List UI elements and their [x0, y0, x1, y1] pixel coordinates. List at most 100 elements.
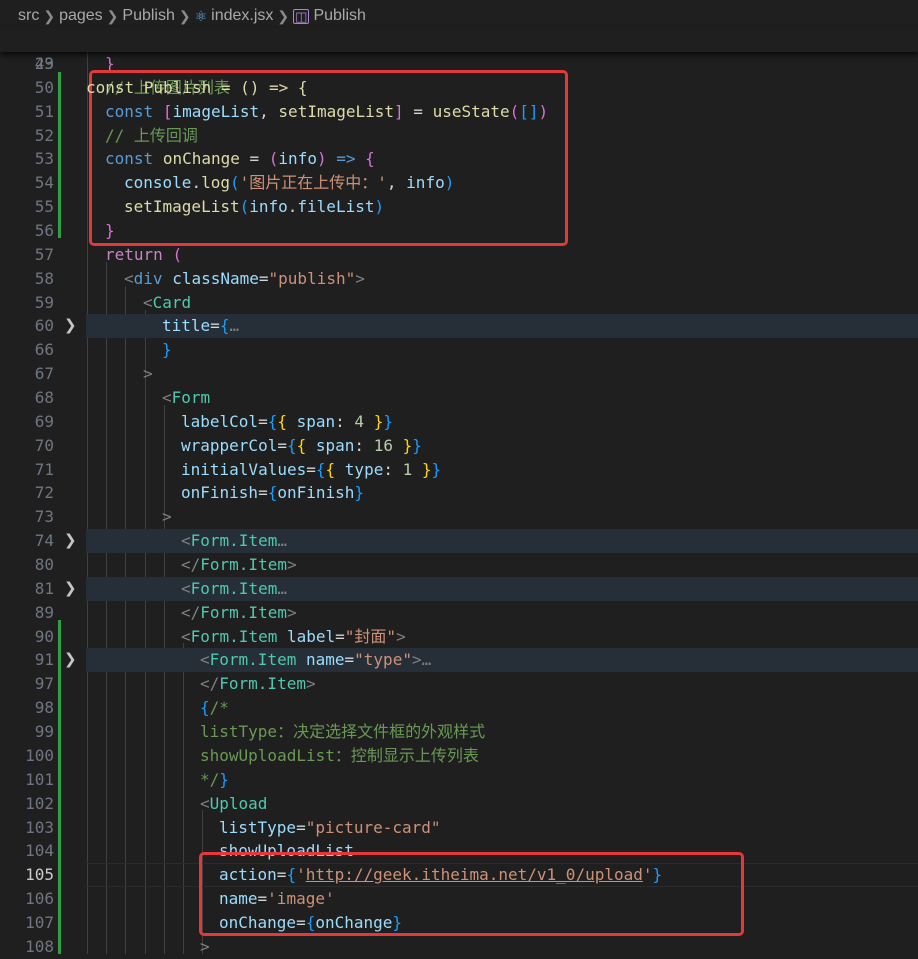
code-text: </Form.Item>: [181, 602, 297, 622]
code-text: <div className="publish">: [124, 268, 365, 288]
line-number: 53: [34, 149, 54, 169]
code-line[interactable]: 99 listType：决定选择文件框的外观样式: [0, 720, 918, 744]
fold-chevron-icon[interactable]: ❯: [64, 648, 77, 672]
line-number: 103: [25, 817, 54, 837]
code-line[interactable]: 69 labelCol={{ span: 4 }}: [0, 410, 918, 434]
line-number: 108: [25, 936, 54, 956]
sticky-scroll-header[interactable]: 23 const Publish = () => {: [0, 28, 918, 97]
code-line[interactable]: 74 ❯ <Form.Item…: [0, 529, 918, 554]
code-line[interactable]: 68 <Form: [0, 386, 918, 410]
breadcrumb-symbol[interactable]: Publish: [313, 7, 365, 25]
chevron-right-icon: ❯: [178, 7, 191, 24]
code-text: wrapperCol={{ span: 16 }}: [181, 435, 422, 455]
line-number: 97: [34, 674, 54, 694]
chevron-right-icon: ❯: [277, 7, 290, 24]
code-text: return (: [105, 244, 183, 264]
breadcrumb-publish-folder[interactable]: Publish: [122, 7, 174, 25]
line-number: 81: [34, 578, 54, 598]
fold-chevron-icon[interactable]: ❯: [64, 529, 77, 553]
line-number: 59: [34, 292, 54, 312]
code-line[interactable]: 70 wrapperCol={{ span: 16 }}: [0, 434, 918, 458]
code-line[interactable]: 81 ❯ <Form.Item…: [0, 576, 918, 601]
code-text: onFinish={onFinish}: [181, 483, 365, 503]
line-number: 60: [34, 316, 54, 336]
line-number: 58: [34, 268, 54, 288]
code-line[interactable]: 57 return (: [0, 243, 918, 267]
line-number: 66: [34, 340, 54, 360]
breadcrumb-src[interactable]: src: [18, 7, 39, 25]
code-text: <Form.Item…: [181, 578, 287, 598]
code-text: }: [162, 340, 172, 360]
code-text: <Form.Item name="type">…: [200, 650, 432, 670]
code-line[interactable]: 80 </Form.Item>: [0, 553, 918, 577]
code-text: {/*: [200, 698, 229, 718]
line-number: 98: [34, 698, 54, 718]
chevron-right-icon: ❯: [106, 7, 119, 24]
line-number: 70: [34, 435, 54, 455]
line-number: 54: [34, 173, 54, 193]
breadcrumb-pages[interactable]: pages: [59, 7, 103, 25]
line-number: 101: [25, 769, 54, 789]
code-line[interactable]: 66}: [0, 338, 918, 362]
sticky-code: const Publish = () => {: [86, 78, 308, 97]
line-number: 23: [34, 54, 54, 73]
code-line[interactable]: 91 ❯ <Form.Item name="type">…: [0, 648, 918, 673]
code-line[interactable]: 71 initialValues={{ type: 1 }}: [0, 458, 918, 482]
code-line[interactable]: 89 </Form.Item>: [0, 601, 918, 625]
code-line[interactable]: 100 showUploadList：控制显示上传列表: [0, 744, 918, 768]
line-number: 105: [25, 865, 54, 885]
line-number: 55: [34, 197, 54, 217]
code-text: listType="picture-card": [219, 817, 441, 837]
line-number: 73: [34, 507, 54, 527]
code-line[interactable]: 101 */}: [0, 768, 918, 792]
code-text: <Upload: [200, 793, 268, 813]
line-number: 68: [34, 388, 54, 408]
code-line[interactable]: 72 onFinish={onFinish}: [0, 481, 918, 505]
line-number: 56: [34, 221, 54, 241]
fold-chevron-icon[interactable]: ❯: [64, 314, 77, 338]
line-number: 89: [34, 602, 54, 622]
code-line[interactable]: 67 >: [0, 362, 918, 386]
code-text: <Form.Item…: [181, 531, 287, 551]
symbol-icon: ◫: [293, 8, 310, 24]
breadcrumb-file[interactable]: index.jsx: [211, 7, 273, 25]
code-line[interactable]: 102 <Upload: [0, 792, 918, 816]
line-number: 100: [25, 745, 54, 765]
code-line[interactable]: 58 <div className="publish">: [0, 267, 918, 291]
code-text: <Card: [143, 292, 192, 312]
code-text: title={…: [162, 316, 240, 336]
code-line[interactable]: 90 <Form.Item label="封面">: [0, 625, 918, 649]
code-line[interactable]: 98 {/*: [0, 696, 918, 720]
code-text: <Form.Item label="封面">: [181, 626, 406, 646]
chevron-right-icon: ❯: [43, 7, 56, 24]
code-line[interactable]: 60 ❯ title={…: [0, 314, 918, 339]
code-text: >: [162, 507, 172, 527]
line-number: 99: [34, 722, 54, 742]
code-text: listType：决定选择文件框的外观样式: [200, 722, 486, 742]
line-number: 90: [34, 626, 54, 646]
line-number: 72: [34, 483, 54, 503]
code-line[interactable]: 108 >: [0, 935, 918, 959]
react-icon: ⚛: [194, 7, 208, 24]
code-line[interactable]: 73 >: [0, 505, 918, 529]
code-text: <Form: [162, 388, 211, 408]
line-number: 104: [25, 841, 54, 861]
line-number: 91: [34, 650, 54, 670]
line-number: 74: [34, 531, 54, 551]
code-line[interactable]: 97 </Form.Item>: [0, 672, 918, 696]
code-text: </Form.Item>: [200, 674, 316, 694]
code-text: initialValues={{ type: 1 }}: [181, 459, 442, 479]
line-number: 102: [25, 793, 54, 813]
annotation-box-upload-props: [199, 852, 744, 936]
code-text: >: [200, 936, 210, 956]
line-number: 106: [25, 889, 54, 909]
code-line[interactable]: 59 <Card: [0, 291, 918, 315]
code-text: </Form.Item>: [181, 555, 297, 575]
line-number: 52: [34, 125, 54, 145]
code-text: */}: [200, 769, 229, 789]
code-line[interactable]: 103 listType="picture-card": [0, 816, 918, 840]
line-number: 57: [34, 244, 54, 264]
line-number: 69: [34, 411, 54, 431]
line-number: 107: [25, 912, 54, 932]
fold-chevron-icon[interactable]: ❯: [64, 577, 77, 601]
